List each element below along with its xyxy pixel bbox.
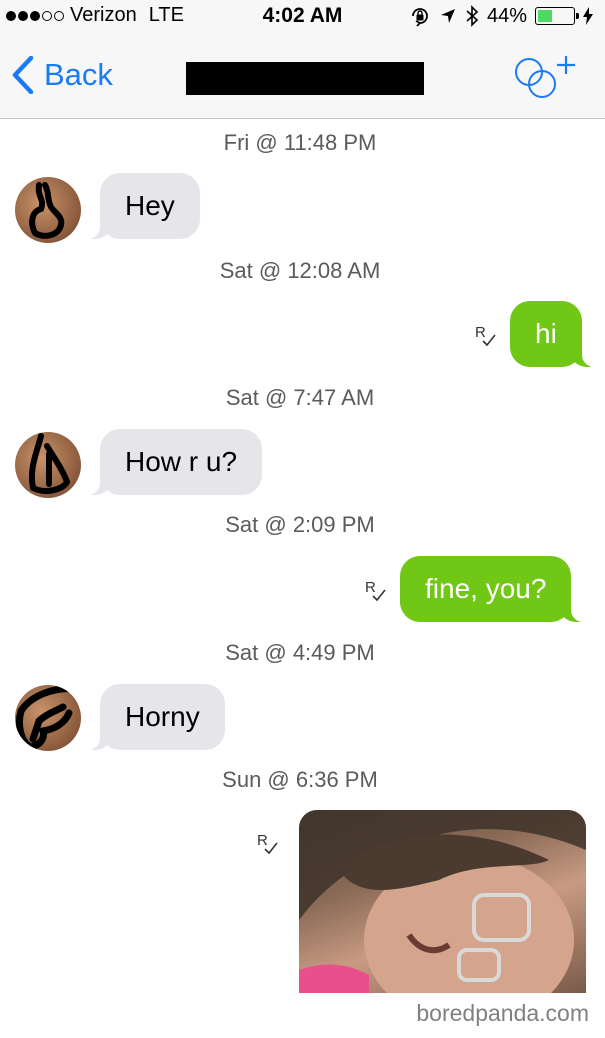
message-timestamp: Sat @ 7:47 AM xyxy=(225,385,375,410)
read-receipt-icon: R xyxy=(365,579,386,602)
read-receipt-icon: R xyxy=(257,832,278,855)
battery-icon xyxy=(535,7,579,25)
scribble-icon xyxy=(15,685,79,751)
contact-avatar[interactable] xyxy=(15,432,81,498)
outgoing-photo-message[interactable] xyxy=(299,810,586,993)
message-timestamp: Sun @ 6:36 PM xyxy=(222,767,378,792)
rotation-lock-icon xyxy=(412,8,428,27)
message-timestamp: Sat @ 12:08 AM xyxy=(219,258,381,283)
watermark: boredpanda.com xyxy=(416,1000,589,1026)
navigation-bar: Back xyxy=(0,36,605,119)
outgoing-message-bubble[interactable]: fine, you? xyxy=(400,556,586,622)
contact-avatar[interactable] xyxy=(15,685,81,751)
svg-text:R: R xyxy=(257,832,268,849)
message-timestamp: Sat @ 2:09 PM xyxy=(225,512,375,537)
redacted-contact-name xyxy=(186,62,424,95)
add-contact-icon[interactable] xyxy=(514,54,578,100)
status-right: 44% xyxy=(409,4,593,28)
back-button[interactable]: Back xyxy=(12,56,113,94)
location-arrow-icon xyxy=(440,9,455,23)
battery-percent: 44% xyxy=(486,4,527,27)
incoming-message-bubble[interactable]: Horny xyxy=(86,684,225,750)
message-timestamp: Sat @ 4:49 PM xyxy=(225,640,375,665)
read-receipt-icon: R xyxy=(475,324,496,347)
status-bar: Verizon LTE 4:02 AM 44% xyxy=(0,0,605,36)
contact-avatar[interactable] xyxy=(15,177,81,243)
incoming-message-bubble[interactable]: Hey xyxy=(86,173,200,239)
charging-bolt-icon xyxy=(583,7,593,25)
photo-image xyxy=(299,810,586,993)
bluetooth-icon xyxy=(466,5,479,27)
scribble-icon xyxy=(29,433,71,494)
chevron-left-icon xyxy=(12,56,34,94)
battery-fill xyxy=(538,10,553,22)
svg-text:R: R xyxy=(475,324,486,341)
scribble-icon xyxy=(29,182,65,239)
message-timestamp: Fri @ 11:48 PM xyxy=(223,130,377,155)
back-label: Back xyxy=(44,57,113,92)
svg-text:R: R xyxy=(365,579,376,596)
incoming-message-bubble[interactable]: How r u? xyxy=(85,429,263,495)
outgoing-message-bubble[interactable]: hi xyxy=(510,301,596,367)
